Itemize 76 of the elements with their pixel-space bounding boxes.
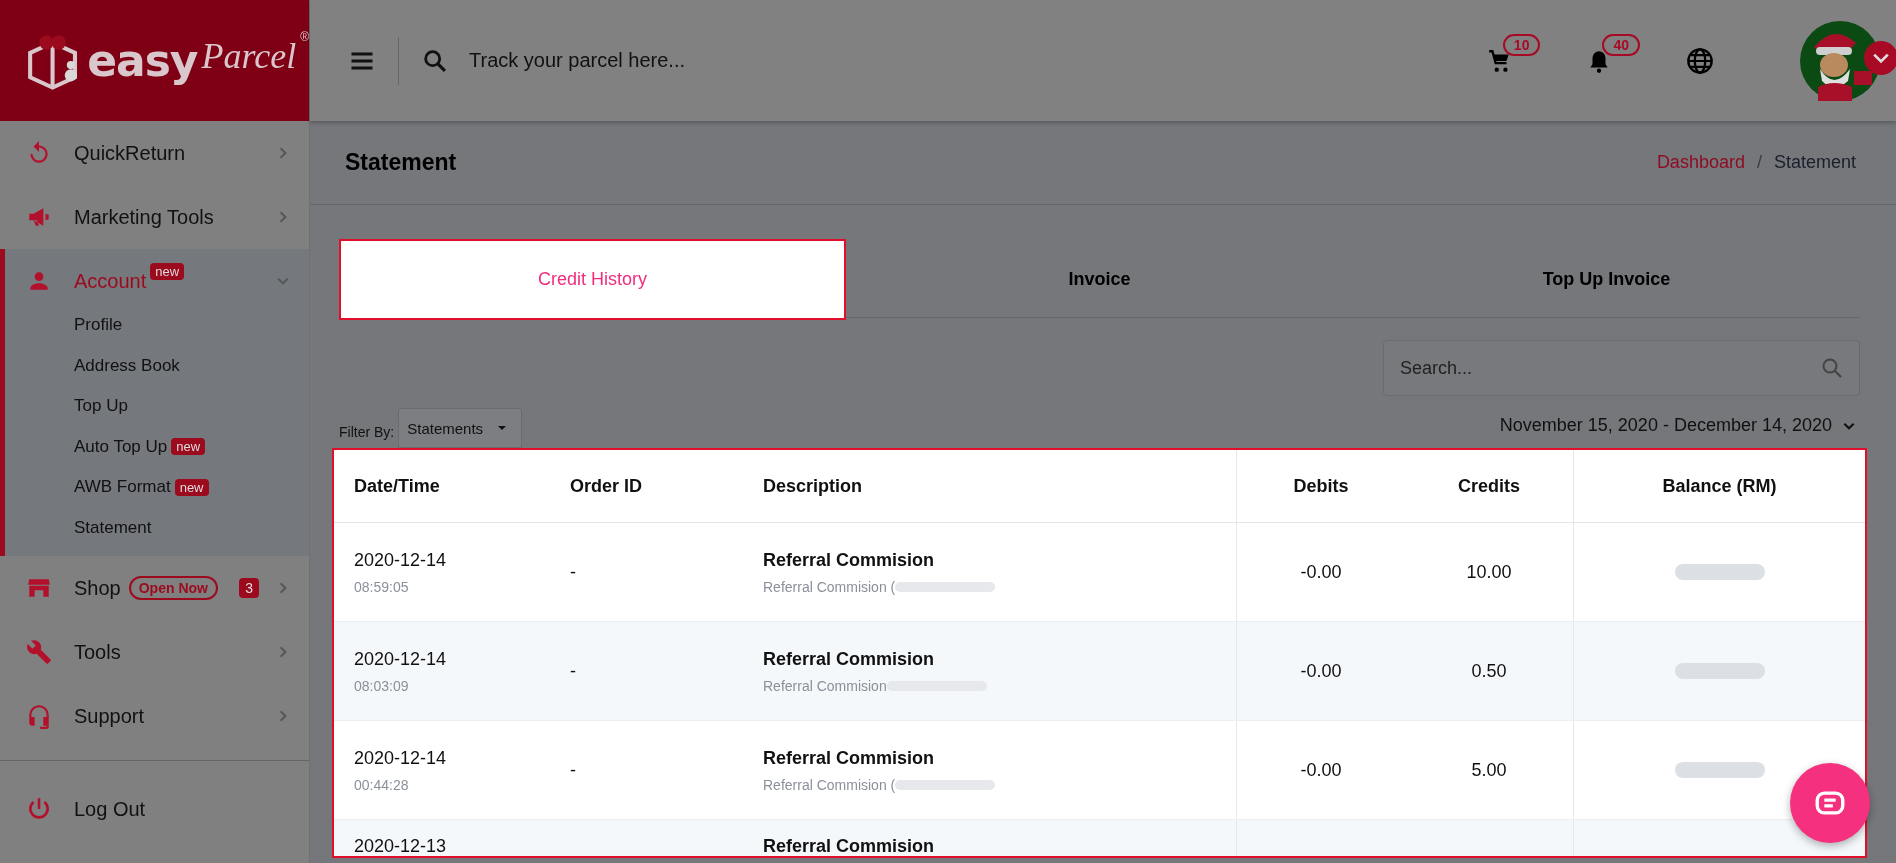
chevron-icon bbox=[277, 275, 289, 287]
time-text: 08:59:05 bbox=[354, 578, 410, 595]
column-header: Date/Time bbox=[334, 450, 570, 523]
description-text: Referral Commision bbox=[763, 549, 936, 571]
count-badge: 3 bbox=[239, 578, 259, 598]
globe-icon[interactable] bbox=[1686, 46, 1714, 75]
submenu-item[interactable]: Profile bbox=[74, 315, 123, 336]
description-text: Referral Commision bbox=[763, 747, 936, 769]
description-detail: Referral Commision bbox=[763, 677, 887, 694]
power-icon bbox=[26, 796, 52, 822]
new-badge: new bbox=[150, 263, 185, 280]
breadcrumb-current: Statement bbox=[1773, 152, 1856, 173]
column-header: Balance (RM) bbox=[1573, 450, 1865, 523]
wrench-icon bbox=[26, 639, 52, 665]
filter-dropdown[interactable]: Statements bbox=[398, 408, 523, 448]
order-id-cell: - bbox=[570, 660, 576, 681]
chevron-icon bbox=[277, 582, 289, 594]
date-text: 2020-12-13 bbox=[354, 836, 448, 856]
page-title: Statement bbox=[345, 149, 457, 176]
track-search-field[interactable]: Track your parcel here... bbox=[467, 48, 891, 73]
chevron-icon bbox=[277, 710, 289, 722]
column-header: Debits bbox=[1236, 450, 1405, 523]
tab[interactable]: Invoice bbox=[846, 239, 1353, 320]
column-header: Order ID bbox=[570, 450, 763, 523]
column-header: Credits bbox=[1405, 450, 1574, 523]
caret-icon bbox=[497, 423, 508, 433]
registered-mark: ® bbox=[300, 30, 309, 44]
search-field[interactable]: Search... bbox=[1383, 340, 1860, 396]
count-badge: 40 bbox=[1602, 33, 1640, 56]
menu-item[interactable]: QuickReturn bbox=[0, 121, 309, 185]
logo-text: Parcel bbox=[201, 34, 297, 77]
submenu-item[interactable]: AWB Format bbox=[74, 477, 171, 498]
description-text: Referral Commision bbox=[763, 648, 936, 670]
new-badge: new bbox=[174, 478, 209, 496]
menu-item[interactable]: Shop Open Now 3 bbox=[0, 556, 309, 620]
avatar[interactable] bbox=[1800, 20, 1880, 101]
count-badge: 10 bbox=[1502, 33, 1541, 56]
chevron-icon bbox=[277, 646, 289, 658]
debit-cell: -0.00 bbox=[1300, 759, 1342, 780]
date-range-picker[interactable]: November 15, 2020 - December 14, 2020 bbox=[1499, 415, 1856, 448]
menu-item[interactable]: Tools bbox=[0, 620, 309, 684]
debit-cell: -0.00 bbox=[1300, 660, 1342, 681]
column-header: Description bbox=[763, 450, 1237, 523]
debit-cell: -0.00 bbox=[1300, 561, 1342, 582]
new-badge: new bbox=[171, 438, 206, 456]
breadcrumb-separator: / bbox=[1756, 152, 1762, 173]
submenu-item[interactable]: Top Up bbox=[74, 396, 128, 417]
dropdown-icon[interactable] bbox=[1864, 40, 1896, 75]
logout-item[interactable]: Log Out bbox=[0, 777, 309, 841]
description-text: Referral Commision bbox=[763, 836, 936, 856]
headset-icon bbox=[26, 703, 52, 729]
filter-label: Filter By: bbox=[339, 424, 395, 442]
credit-cell: 5.00 bbox=[1471, 759, 1507, 780]
credit-cell: 10.00 bbox=[1466, 561, 1512, 582]
menu-item[interactable]: Account new bbox=[5, 249, 309, 313]
date-text: 2020-12-14 bbox=[354, 747, 448, 769]
submenu-item[interactable]: Statement bbox=[74, 517, 152, 538]
time-text: 00:44:28 bbox=[354, 776, 410, 793]
chevron-icon bbox=[277, 211, 289, 223]
date-text: 2020-12-14 bbox=[354, 549, 448, 571]
chevron-icon bbox=[277, 147, 289, 159]
order-id-cell: - bbox=[570, 561, 576, 582]
submenu-item[interactable]: Auto Top Up bbox=[74, 436, 168, 457]
submenu-item[interactable]: Address Book bbox=[74, 355, 180, 376]
menu-item[interactable]: Marketing Tools bbox=[0, 185, 309, 249]
order-id-cell: - bbox=[570, 759, 576, 780]
logo-text: easy bbox=[87, 35, 198, 86]
tab[interactable]: Top Up Invoice bbox=[1353, 239, 1860, 320]
credit-cell: 0.50 bbox=[1471, 660, 1507, 681]
open-now-badge: Open Now bbox=[128, 576, 218, 600]
date-text: 2020-12-14 bbox=[354, 648, 448, 670]
time-text: 08:03:09 bbox=[354, 677, 410, 694]
tab[interactable]: Credit History bbox=[339, 239, 846, 320]
description-detail: Referral Commision ( bbox=[763, 776, 896, 793]
menu-item[interactable]: Support bbox=[0, 684, 309, 748]
description-detail: Referral Commision ( bbox=[763, 578, 896, 595]
